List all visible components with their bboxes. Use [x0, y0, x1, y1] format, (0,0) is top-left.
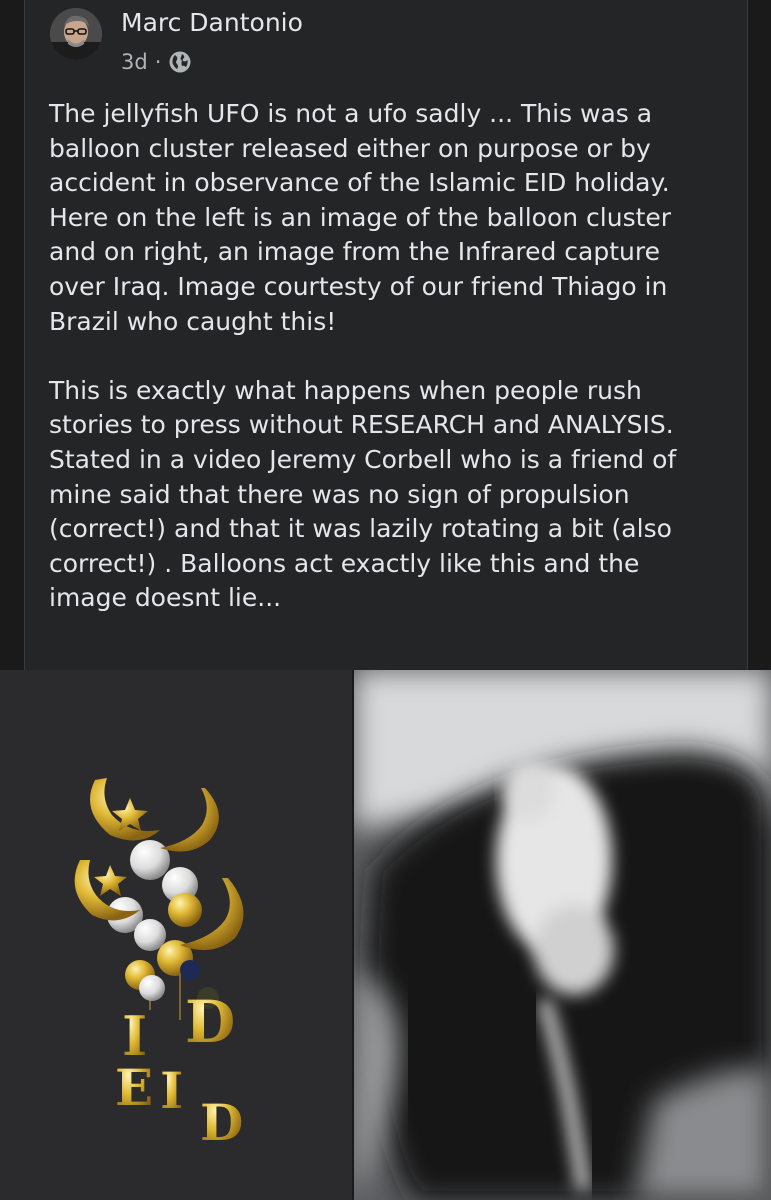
- post-body: The jellyfish UFO is not a ufo sadly ...…: [49, 97, 739, 616]
- globe-icon[interactable]: [168, 50, 192, 74]
- avatar-photo: [50, 8, 102, 60]
- letter-balloon-d-top: D: [185, 988, 235, 1056]
- letter-balloon-i-2: I: [160, 1061, 183, 1120]
- post-paragraph-2: This is exactly what happens when people…: [49, 375, 677, 613]
- letter-balloon-e: E: [115, 1058, 153, 1117]
- post-meta: 3d ·: [121, 50, 192, 74]
- author-avatar[interactable]: [50, 8, 102, 60]
- balloon-cluster-image[interactable]: I D E I D: [0, 670, 352, 1200]
- post-paragraph-1: The jellyfish UFO is not a ufo sadly ...…: [49, 99, 672, 336]
- author-name[interactable]: Marc Dantonio: [121, 8, 303, 37]
- infrared-capture-image[interactable]: [354, 670, 771, 1200]
- letter-balloon-d: D: [200, 1093, 243, 1152]
- meta-separator: ·: [154, 50, 162, 74]
- post-time[interactable]: 3d: [121, 50, 148, 74]
